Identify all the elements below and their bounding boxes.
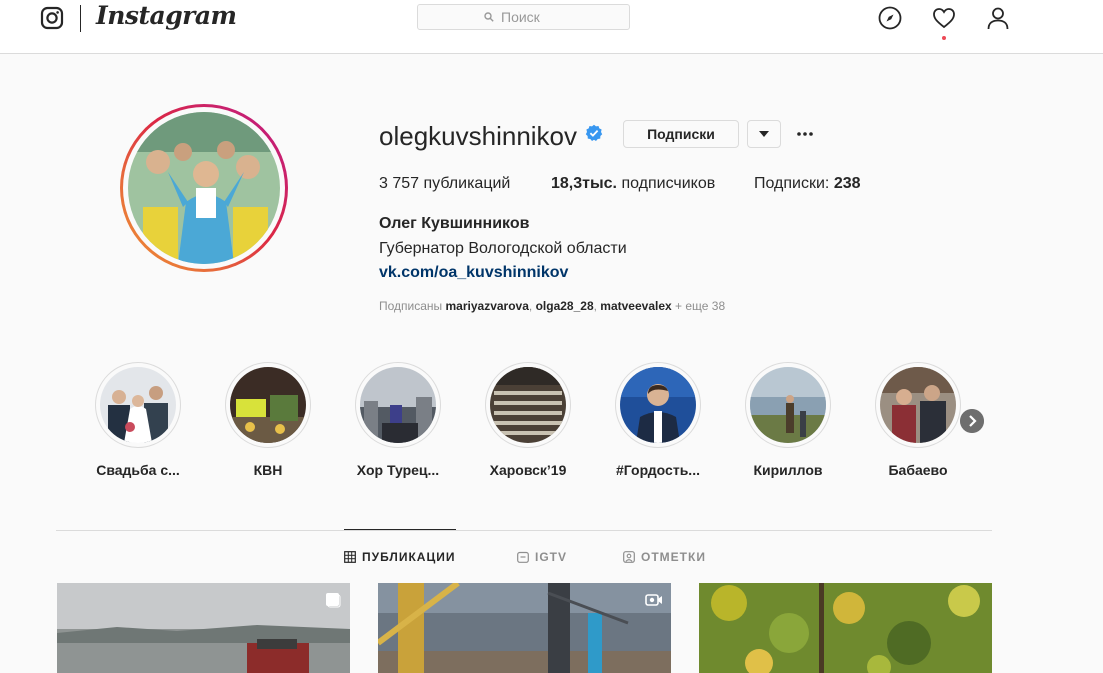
followers-count[interactable]: 18,3тыс. подписчиков bbox=[551, 175, 715, 193]
highlight-item[interactable]: Харовск’19 bbox=[468, 362, 588, 478]
highlight-label: Бабаево bbox=[888, 462, 948, 478]
following-button[interactable]: Подписки bbox=[623, 120, 739, 148]
followed-by-user[interactable]: mariyazvarova bbox=[446, 299, 529, 313]
highlight-item[interactable]: Кириллов bbox=[728, 362, 848, 478]
highlight-cover bbox=[745, 362, 831, 448]
top-navigation-bar: Instagram bbox=[0, 0, 1103, 54]
verified-badge-icon bbox=[585, 124, 603, 141]
tab-tagged[interactable]: ОТМЕТКИ bbox=[623, 550, 706, 564]
caret-down-icon bbox=[759, 131, 769, 137]
active-tab-indicator bbox=[344, 529, 456, 530]
highlight-label: Свадьба с... bbox=[96, 462, 180, 478]
tab-label: IGTV bbox=[535, 550, 568, 564]
carousel-icon bbox=[326, 593, 341, 608]
posts-count: 3 757 публикаций bbox=[379, 175, 510, 193]
followed-by-user[interactable]: olga28_28 bbox=[536, 299, 594, 313]
instagram-wordmark[interactable]: Instagram bbox=[96, 1, 237, 30]
highlight-label: Харовск’19 bbox=[489, 462, 567, 478]
followers-count-value: 18,3тыс. bbox=[551, 175, 617, 192]
post-image bbox=[378, 583, 671, 673]
tabs-divider bbox=[56, 530, 992, 531]
post-image bbox=[699, 583, 992, 673]
highlight-thumbnail bbox=[620, 367, 696, 443]
tab-label: ПУБЛИКАЦИИ bbox=[362, 550, 456, 564]
highlight-cover bbox=[95, 362, 181, 448]
highlight-thumbnail bbox=[360, 367, 436, 443]
followed-by-line[interactable]: Подписаны mariyazvarova, olga28_28, matv… bbox=[379, 299, 725, 313]
notification-dot bbox=[942, 36, 946, 40]
explore-compass-icon[interactable] bbox=[878, 6, 902, 30]
search-box[interactable] bbox=[417, 4, 630, 30]
highlight-item[interactable]: Хор Турец... bbox=[338, 362, 458, 478]
igtv-icon bbox=[517, 551, 529, 563]
avatar-photo bbox=[128, 112, 280, 264]
highlight-label: КВН bbox=[253, 462, 283, 478]
tab-igtv[interactable]: IGTV bbox=[517, 550, 567, 564]
highlights-next-arrow-icon[interactable] bbox=[960, 409, 984, 433]
highlight-cover bbox=[355, 362, 441, 448]
followed-by-prefix: Подписаны bbox=[379, 299, 443, 313]
tab-posts[interactable]: ПУБЛИКАЦИИ bbox=[344, 550, 455, 564]
profile-avatar[interactable] bbox=[120, 104, 288, 272]
logo-divider bbox=[80, 5, 81, 32]
followed-by-more[interactable]: + еще 38 bbox=[675, 299, 725, 313]
following-count[interactable]: Подписки: 238 bbox=[754, 175, 861, 193]
post-thumbnail[interactable] bbox=[57, 583, 350, 673]
highlight-label: Кириллов bbox=[753, 462, 823, 478]
highlight-item[interactable]: Свадьба с... bbox=[78, 362, 198, 478]
profile-person-icon[interactable] bbox=[986, 6, 1010, 30]
post-thumbnail[interactable] bbox=[378, 583, 671, 673]
tagged-icon bbox=[623, 551, 635, 563]
highlight-label: Хор Турец... bbox=[356, 462, 440, 478]
highlight-thumbnail bbox=[230, 367, 306, 443]
posts-count-value: 3 757 bbox=[379, 175, 420, 192]
following-count-label: Подписки: bbox=[754, 175, 830, 192]
highlight-thumbnail bbox=[750, 367, 826, 443]
search-input[interactable] bbox=[499, 8, 563, 26]
highlight-thumbnail bbox=[100, 367, 176, 443]
profile-external-link[interactable]: vk.com/oa_kuvshinnikov bbox=[379, 264, 568, 282]
suggested-dropdown-button[interactable] bbox=[747, 120, 781, 148]
highlight-cover bbox=[485, 362, 571, 448]
highlight-cover bbox=[225, 362, 311, 448]
highlight-label: #Гордость... bbox=[616, 462, 700, 478]
followers-count-label: подписчиков bbox=[621, 175, 716, 192]
highlight-thumbnail bbox=[490, 367, 566, 443]
highlight-thumbnail bbox=[880, 367, 956, 443]
profile-bio: Губернатор Вологодской области bbox=[379, 240, 627, 257]
highlight-item[interactable]: #Гордость... bbox=[598, 362, 718, 478]
post-image bbox=[57, 583, 350, 673]
following-count-value: 238 bbox=[833, 175, 861, 192]
highlight-cover bbox=[875, 362, 961, 448]
activity-heart-icon[interactable] bbox=[932, 6, 956, 30]
posts-count-label: публикаций bbox=[423, 175, 511, 192]
instagram-camera-icon[interactable] bbox=[40, 6, 64, 30]
search-icon bbox=[484, 12, 494, 22]
video-camera-icon bbox=[645, 594, 662, 606]
profile-username: olegkuvshinnikov bbox=[379, 121, 578, 151]
highlight-item[interactable]: КВН bbox=[208, 362, 328, 478]
highlight-cover bbox=[615, 362, 701, 448]
tab-label: ОТМЕТКИ bbox=[641, 550, 706, 564]
followed-by-user[interactable]: matveevalex bbox=[600, 299, 671, 313]
grid-icon bbox=[344, 551, 356, 563]
more-options-icon[interactable] bbox=[795, 124, 815, 144]
profile-full-name: Олег Кувшинников bbox=[379, 215, 530, 232]
post-thumbnail[interactable] bbox=[699, 583, 992, 673]
